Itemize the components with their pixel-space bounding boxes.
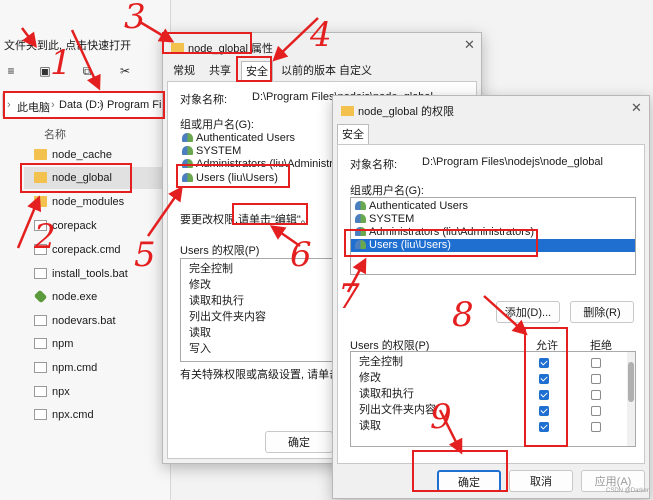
arrow-9 <box>438 409 463 455</box>
arrow-3 <box>139 20 175 43</box>
watermark: CSDN @Darker <box>606 488 649 494</box>
arrow-7 <box>346 257 367 293</box>
annotation-arrows <box>16 17 528 455</box>
arrow-6 <box>269 225 301 248</box>
arrow-8 <box>483 295 528 336</box>
arrow-5 <box>146 185 183 237</box>
arrow-1b <box>70 29 101 91</box>
arrow-1 <box>21 27 37 48</box>
arrow-4 <box>272 17 319 62</box>
arrow-2 <box>16 195 42 249</box>
